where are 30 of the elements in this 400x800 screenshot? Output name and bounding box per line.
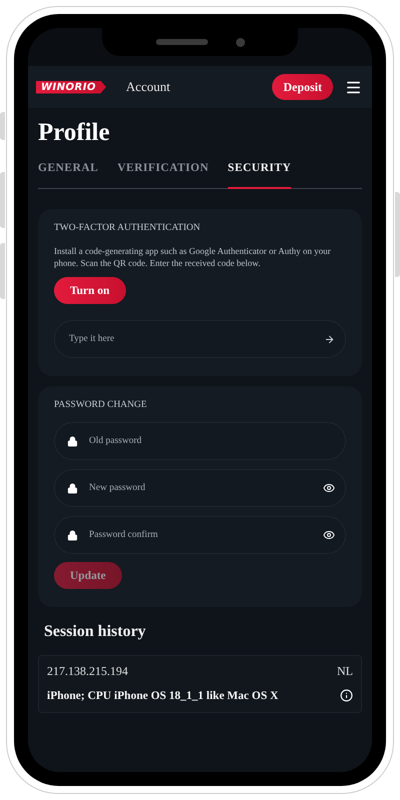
device-name: iPhone; CPU iPhone OS 18_1_1 like Mac OS X xyxy=(47,690,280,702)
info-icon[interactable] xyxy=(340,689,353,702)
ip-address: 217.138.215.194 xyxy=(47,664,129,679)
logo[interactable]: WINORIO xyxy=(36,80,106,94)
tab[interactable]: VERIFICATION xyxy=(117,154,209,189)
header-title: Account xyxy=(126,79,172,95)
eye-icon[interactable] xyxy=(323,482,335,494)
turn-on-button[interactable]: Turn on xyxy=(54,277,126,304)
country-code: NL xyxy=(337,664,353,679)
password-field[interactable]: Password confirm xyxy=(54,516,346,554)
description: Install a code-generating app such as Google Authenticator or Authy on your phone. Scan the QR code. Enter the received code below. xyxy=(54,245,332,269)
password-field[interactable]: Old password xyxy=(54,422,346,460)
lock-icon xyxy=(67,436,78,446)
code-field[interactable]: Type it here xyxy=(54,320,346,358)
tab[interactable]: GENERAL xyxy=(38,154,98,189)
arrow-right-icon[interactable] xyxy=(324,334,335,344)
password-input[interactable]: New password xyxy=(87,482,314,494)
section-title: Session history xyxy=(44,623,147,641)
eye-icon[interactable] xyxy=(323,529,335,541)
password-input[interactable]: Old password xyxy=(87,435,335,447)
deposit-button[interactable]: Deposit xyxy=(272,74,333,100)
card-title: TWO-FACTOR AUTHENTICATION xyxy=(54,223,202,233)
lock-icon xyxy=(67,482,78,494)
code-input[interactable]: Type it here xyxy=(67,333,315,345)
page-title: Profile xyxy=(38,118,111,148)
password-field[interactable]: New password xyxy=(54,469,346,507)
lock-icon xyxy=(67,530,78,540)
tab[interactable]: SECURITY xyxy=(228,154,292,189)
card-title: PASSWORD CHANGE xyxy=(54,400,148,410)
password-input[interactable]: Password confirm xyxy=(87,529,314,541)
